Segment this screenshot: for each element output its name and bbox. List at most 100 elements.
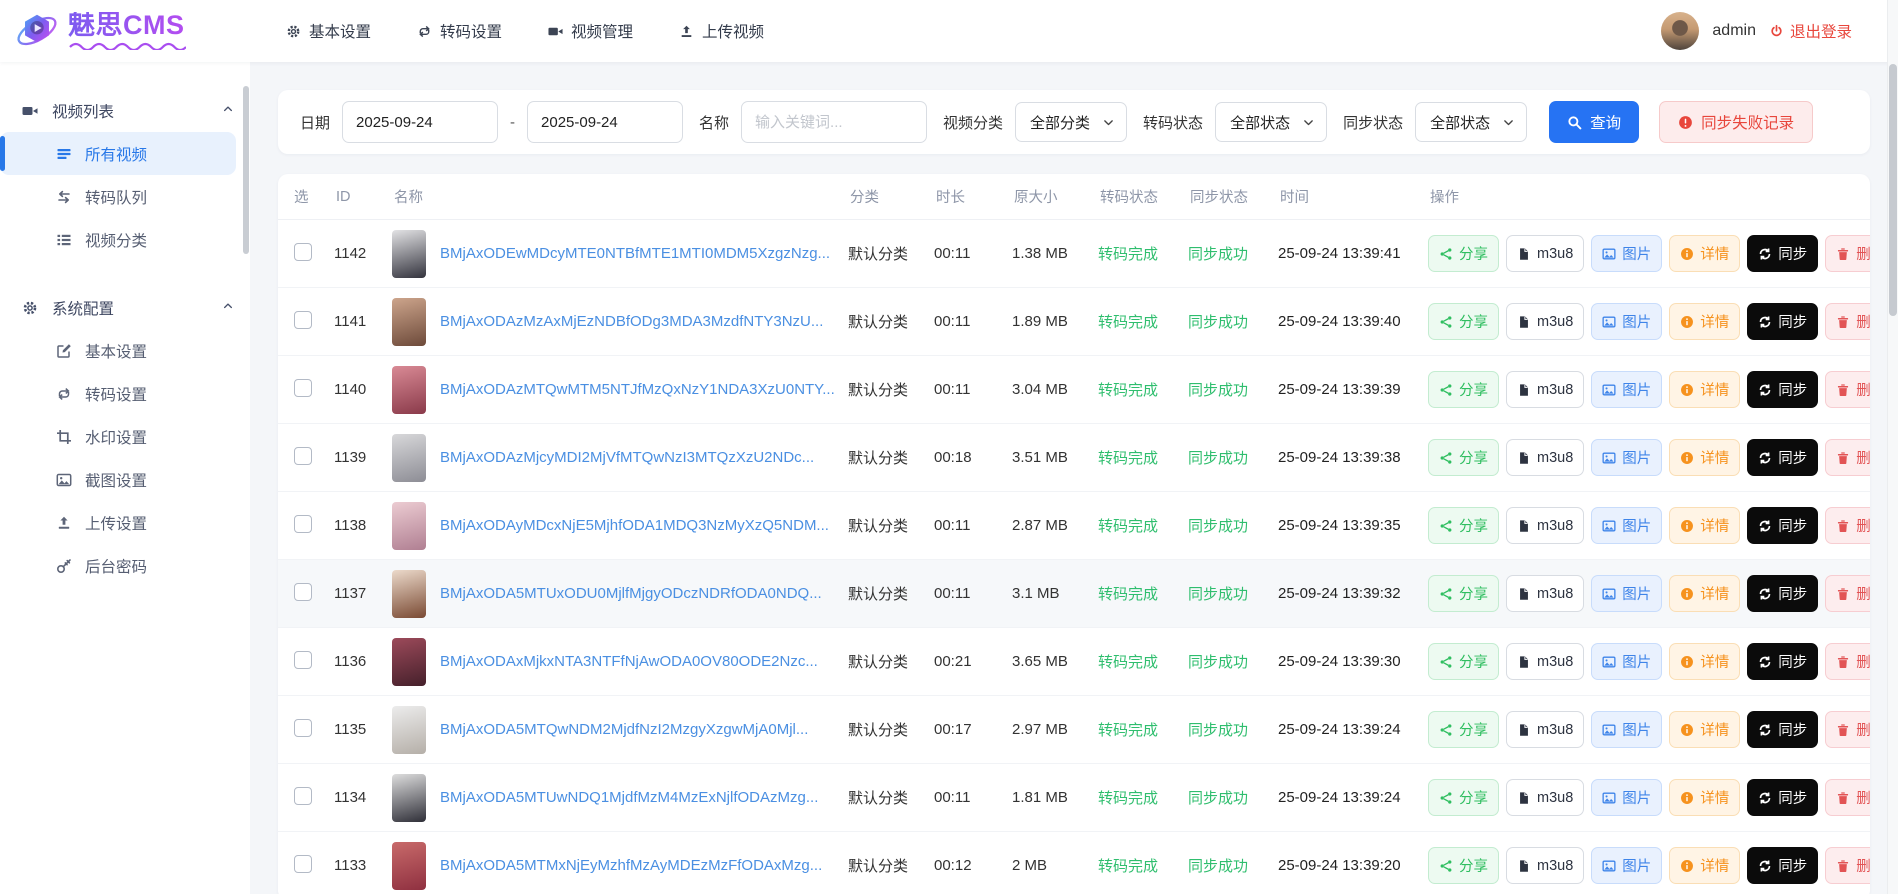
detail-button[interactable]: 详情 (1669, 711, 1741, 748)
category-select[interactable]: 全部分类 (1015, 102, 1128, 142)
avatar[interactable] (1661, 12, 1700, 50)
delete-button[interactable]: 删除 (1825, 439, 1870, 476)
sync-button[interactable]: 同步 (1747, 507, 1819, 544)
video-thumbnail[interactable] (392, 841, 426, 890)
sidebar-item-转码队列[interactable]: 转码队列 (0, 175, 236, 218)
nav-item-上传视频[interactable]: 上传视频 (679, 20, 764, 42)
delete-button[interactable]: 删除 (1825, 779, 1870, 816)
share-button[interactable]: 分享 (1428, 303, 1499, 340)
video-name-link[interactable]: BMjAxODAzMjcyMDI2MjVfMTQwNzI3MTQzXzU2NDc… (440, 449, 814, 466)
image-button[interactable]: 图片 (1591, 643, 1663, 680)
m3u8-button[interactable]: m3u8 (1506, 507, 1585, 544)
nav-item-基本设置[interactable]: 基本设置 (286, 20, 371, 42)
delete-button[interactable]: 删除 (1825, 507, 1870, 544)
share-button[interactable]: 分享 (1428, 575, 1499, 612)
video-thumbnail[interactable] (392, 705, 426, 754)
image-button[interactable]: 图片 (1591, 235, 1663, 272)
nav-item-转码设置[interactable]: 转码设置 (417, 20, 502, 42)
row-checkbox[interactable] (294, 242, 312, 261)
m3u8-button[interactable]: m3u8 (1506, 439, 1585, 476)
m3u8-button[interactable]: m3u8 (1506, 371, 1585, 408)
share-button[interactable]: 分享 (1428, 371, 1499, 408)
video-name-link[interactable]: BMjAxODA5MTUwNDQ1MjdfMzM4MzExNjlfODAzMzg… (440, 789, 818, 806)
video-thumbnail[interactable] (392, 297, 426, 346)
date-from-input[interactable]: 2025-09-24 (342, 101, 499, 143)
nav-item-视频管理[interactable]: 视频管理 (548, 20, 633, 42)
sidebar-item-后台密码[interactable]: 后台密码 (0, 544, 236, 587)
sync-button[interactable]: 同步 (1747, 711, 1819, 748)
sync-button[interactable]: 同步 (1747, 235, 1819, 272)
delete-button[interactable]: 删除 (1825, 303, 1870, 340)
row-checkbox[interactable] (294, 854, 312, 873)
share-button[interactable]: 分享 (1428, 847, 1499, 884)
sidebar-scrollbar[interactable] (243, 86, 249, 254)
row-checkbox[interactable] (294, 446, 312, 465)
video-name-link[interactable]: BMjAxODAzMTQwMTM5NTJfMzQxNzY1NDA3XzU0NTY… (440, 381, 834, 398)
video-name-link[interactable]: BMjAxODAzMzAxMjEzNDBfODg3MDA3MzdfNTY3NzU… (440, 313, 823, 330)
row-checkbox[interactable] (294, 786, 312, 805)
detail-button[interactable]: 详情 (1669, 575, 1741, 612)
sync-button[interactable]: 同步 (1747, 643, 1819, 680)
video-thumbnail[interactable] (392, 229, 426, 278)
sync-failed-button[interactable]: 同步失败记录 (1659, 101, 1814, 143)
image-button[interactable]: 图片 (1591, 847, 1663, 884)
m3u8-button[interactable]: m3u8 (1506, 575, 1585, 612)
sidebar-group-title-视频列表[interactable]: 视频列表 (0, 90, 250, 132)
video-thumbnail[interactable] (392, 637, 426, 686)
image-button[interactable]: 图片 (1591, 303, 1663, 340)
video-name-link[interactable]: BMjAxODA5MTMxNjEyMzhfMzAyMDEzMzFfODAxMzg… (440, 857, 822, 874)
sidebar-item-视频分类[interactable]: 视频分类 (0, 218, 236, 261)
sidebar-item-上传设置[interactable]: 上传设置 (0, 501, 236, 544)
video-name-link[interactable]: BMjAxODA5MTUxODU0MjlfMjgyODczNDRfODA0NDQ… (440, 585, 822, 602)
row-checkbox[interactable] (294, 718, 312, 737)
detail-button[interactable]: 详情 (1669, 643, 1741, 680)
m3u8-button[interactable]: m3u8 (1506, 711, 1585, 748)
video-name-link[interactable]: BMjAxODAxMjkxNTA3NTFfNjAwODA0OV80ODE2Nzc… (440, 653, 818, 670)
video-name-link[interactable]: BMjAxODEwMDcyMTE0NTBfMTE1MTI0MDM5XzgzNzg… (440, 245, 830, 262)
sync-button[interactable]: 同步 (1747, 439, 1819, 476)
sync-button[interactable]: 同步 (1747, 303, 1819, 340)
sync-select[interactable]: 全部状态 (1415, 102, 1528, 142)
m3u8-button[interactable]: m3u8 (1506, 303, 1585, 340)
video-name-link[interactable]: BMjAxODAyMDcxNjE5MjhfODA1MDQ3NzMyXzQ5NDM… (440, 517, 829, 534)
sync-button[interactable]: 同步 (1747, 371, 1819, 408)
sidebar-item-水印设置[interactable]: 水印设置 (0, 415, 236, 458)
sync-button[interactable]: 同步 (1747, 847, 1819, 884)
sidebar-item-截图设置[interactable]: 截图设置 (0, 458, 236, 501)
video-thumbnail[interactable] (392, 501, 426, 550)
delete-button[interactable]: 删除 (1825, 643, 1870, 680)
sidebar-group-title-系统配置[interactable]: 系统配置 (0, 287, 250, 329)
brand-logo[interactable]: 魅思CMS (0, 8, 250, 54)
video-thumbnail[interactable] (392, 433, 426, 482)
date-to-input[interactable]: 2025-09-24 (527, 101, 684, 143)
page-scrollbar[interactable] (1887, 0, 1898, 894)
detail-button[interactable]: 详情 (1669, 507, 1741, 544)
m3u8-button[interactable]: m3u8 (1506, 643, 1585, 680)
detail-button[interactable]: 详情 (1669, 371, 1741, 408)
row-checkbox[interactable] (294, 582, 312, 601)
video-name-link[interactable]: BMjAxODA5MTQwNDM2MjdfNzI2MzgyXzgwMjA0Mjl… (440, 721, 808, 738)
share-button[interactable]: 分享 (1428, 711, 1499, 748)
detail-button[interactable]: 详情 (1669, 303, 1741, 340)
video-thumbnail[interactable] (392, 569, 426, 618)
m3u8-button[interactable]: m3u8 (1506, 779, 1585, 816)
delete-button[interactable]: 删除 (1825, 711, 1870, 748)
row-checkbox[interactable] (294, 650, 312, 669)
detail-button[interactable]: 详情 (1669, 847, 1741, 884)
m3u8-button[interactable]: m3u8 (1506, 847, 1585, 884)
keyword-input[interactable] (741, 101, 928, 143)
detail-button[interactable]: 详情 (1669, 235, 1741, 272)
share-button[interactable]: 分享 (1428, 779, 1499, 816)
image-button[interactable]: 图片 (1591, 439, 1663, 476)
share-button[interactable]: 分享 (1428, 235, 1499, 272)
search-button[interactable]: 查询 (1549, 101, 1640, 143)
logout-button[interactable]: 退出登录 (1769, 20, 1852, 42)
sync-button[interactable]: 同步 (1747, 575, 1819, 612)
transcode-select[interactable]: 全部状态 (1215, 102, 1328, 142)
image-button[interactable]: 图片 (1591, 575, 1663, 612)
detail-button[interactable]: 详情 (1669, 439, 1741, 476)
image-button[interactable]: 图片 (1591, 371, 1663, 408)
image-button[interactable]: 图片 (1591, 507, 1663, 544)
detail-button[interactable]: 详情 (1669, 779, 1741, 816)
page-scrollbar-thumb[interactable] (1889, 64, 1897, 316)
